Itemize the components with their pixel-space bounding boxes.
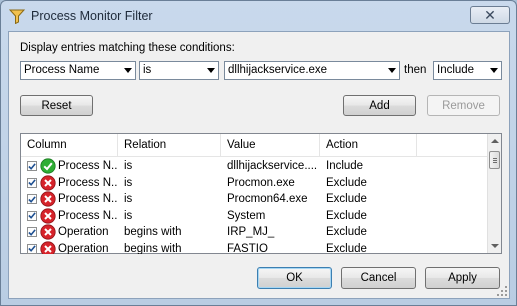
row-value-cell: Procmon64.exe: [227, 193, 308, 206]
row-column-cell: Operation: [58, 226, 109, 239]
exclude-x-icon: [40, 174, 56, 191]
cancel-button[interactable]: Cancel: [341, 267, 416, 289]
action-dropdown[interactable]: Include: [433, 61, 502, 80]
row-relation-cell: is: [124, 193, 133, 206]
then-label: then: [404, 64, 427, 76]
chevron-down-icon: [490, 68, 498, 73]
list-row[interactable]: Process N... is System Exclude: [21, 208, 488, 225]
apply-button[interactable]: Apply: [425, 267, 500, 289]
list-row[interactable]: Operation begins with FASTIO Exclude: [21, 241, 488, 254]
row-action-cell: Exclude: [326, 242, 367, 254]
scrollbar-thumb[interactable]: [489, 151, 500, 169]
row-relation-cell: is: [124, 209, 133, 222]
list-row[interactable]: Process N... is Procmon64.exe Exclude: [21, 191, 488, 208]
row-value-cell: Procmon.exe: [227, 176, 295, 189]
column-header-action[interactable]: Action: [320, 134, 417, 157]
row-column-cell: Process N...: [58, 176, 118, 189]
value-combobox[interactable]: dllhijackservice.exe: [224, 61, 400, 80]
row-checkbox[interactable]: [27, 177, 37, 188]
column-header-relation[interactable]: Relation: [118, 134, 221, 157]
resize-grip-icon[interactable]: [496, 285, 508, 297]
chevron-down-icon: [388, 68, 396, 73]
exclude-x-icon: [40, 241, 56, 254]
grip-line: [493, 162, 497, 163]
grip-line: [493, 160, 497, 161]
scroll-up-arrow-icon[interactable]: [491, 139, 499, 143]
exclude-x-icon: [40, 208, 56, 224]
row-checkbox[interactable]: [27, 210, 37, 221]
row-column-cell: Process N...: [58, 209, 118, 222]
grip-line: [493, 158, 497, 159]
vertical-scrollbar[interactable]: [487, 134, 501, 253]
row-column-cell: Operation: [58, 242, 109, 254]
reset-button[interactable]: Reset: [20, 95, 93, 116]
window-title: Process Monitor Filter: [31, 9, 153, 23]
row-relation-cell: begins with: [124, 242, 182, 254]
row-action-cell: Exclude: [326, 209, 367, 222]
row-action-cell: Exclude: [326, 226, 367, 239]
include-check-icon: [40, 158, 56, 174]
row-column-cell: Process N...: [58, 193, 118, 206]
row-column-cell: Process N...: [58, 160, 118, 172]
list-row[interactable]: Operation begins with IRP_MJ_ Exclude: [21, 224, 488, 241]
row-checkbox[interactable]: [27, 194, 37, 205]
title-bar[interactable]: Process Monitor Filter ✕: [1, 1, 516, 31]
process-monitor-filter-window: Process Monitor Filter ✕ Display entries…: [0, 0, 517, 306]
column-dropdown-value: Process Name: [24, 64, 100, 76]
column-header-value[interactable]: Value: [221, 134, 320, 157]
ok-button[interactable]: OK: [257, 267, 332, 289]
row-relation-cell: is: [124, 176, 133, 189]
exclude-x-icon: [40, 224, 56, 240]
chevron-down-icon: [207, 68, 215, 73]
relation-dropdown-value: is: [143, 64, 152, 76]
filter-funnel-icon: [8, 9, 26, 25]
list-rows: Process N... is dllhijackservice.... Inc…: [21, 158, 488, 254]
chevron-down-icon: [124, 68, 132, 73]
column-header-column[interactable]: Column: [21, 134, 118, 157]
dialog-body: Display entries matching these condition…: [8, 31, 510, 299]
list-header: Column Relation Value Action: [21, 134, 488, 157]
row-value-cell: IRP_MJ_: [227, 226, 275, 239]
row-relation-cell: begins with: [124, 226, 182, 239]
row-checkbox[interactable]: [27, 243, 37, 254]
close-button[interactable]: ✕: [470, 6, 510, 24]
exclude-x-icon: [40, 191, 56, 207]
row-value-cell: System: [227, 209, 266, 222]
list-row[interactable]: Process N... is dllhijackservice.... Inc…: [21, 158, 488, 175]
remove-button[interactable]: Remove: [427, 95, 500, 116]
row-action-cell: Exclude: [326, 193, 367, 206]
row-relation-cell: is: [124, 160, 133, 172]
row-value-cell: FASTIO: [227, 242, 268, 254]
row-action-cell: Exclude: [326, 176, 367, 189]
scroll-down-arrow-icon[interactable]: [491, 244, 499, 248]
action-dropdown-value: Include: [437, 64, 475, 76]
row-checkbox[interactable]: [27, 227, 37, 238]
row-value-cell: dllhijackservice....: [227, 160, 318, 172]
conditions-label: Display entries matching these condition…: [20, 42, 235, 54]
row-checkbox[interactable]: [27, 161, 37, 171]
relation-dropdown[interactable]: is: [139, 61, 219, 80]
list-row[interactable]: Process N... is Procmon.exe Exclude: [21, 174, 488, 192]
row-action-cell: Include: [326, 160, 364, 172]
filter-list[interactable]: Column Relation Value Action Process N..…: [20, 133, 502, 254]
add-button[interactable]: Add: [343, 95, 416, 116]
column-dropdown[interactable]: Process Name: [20, 61, 136, 80]
value-combobox-text: dllhijackservice.exe: [228, 64, 328, 76]
